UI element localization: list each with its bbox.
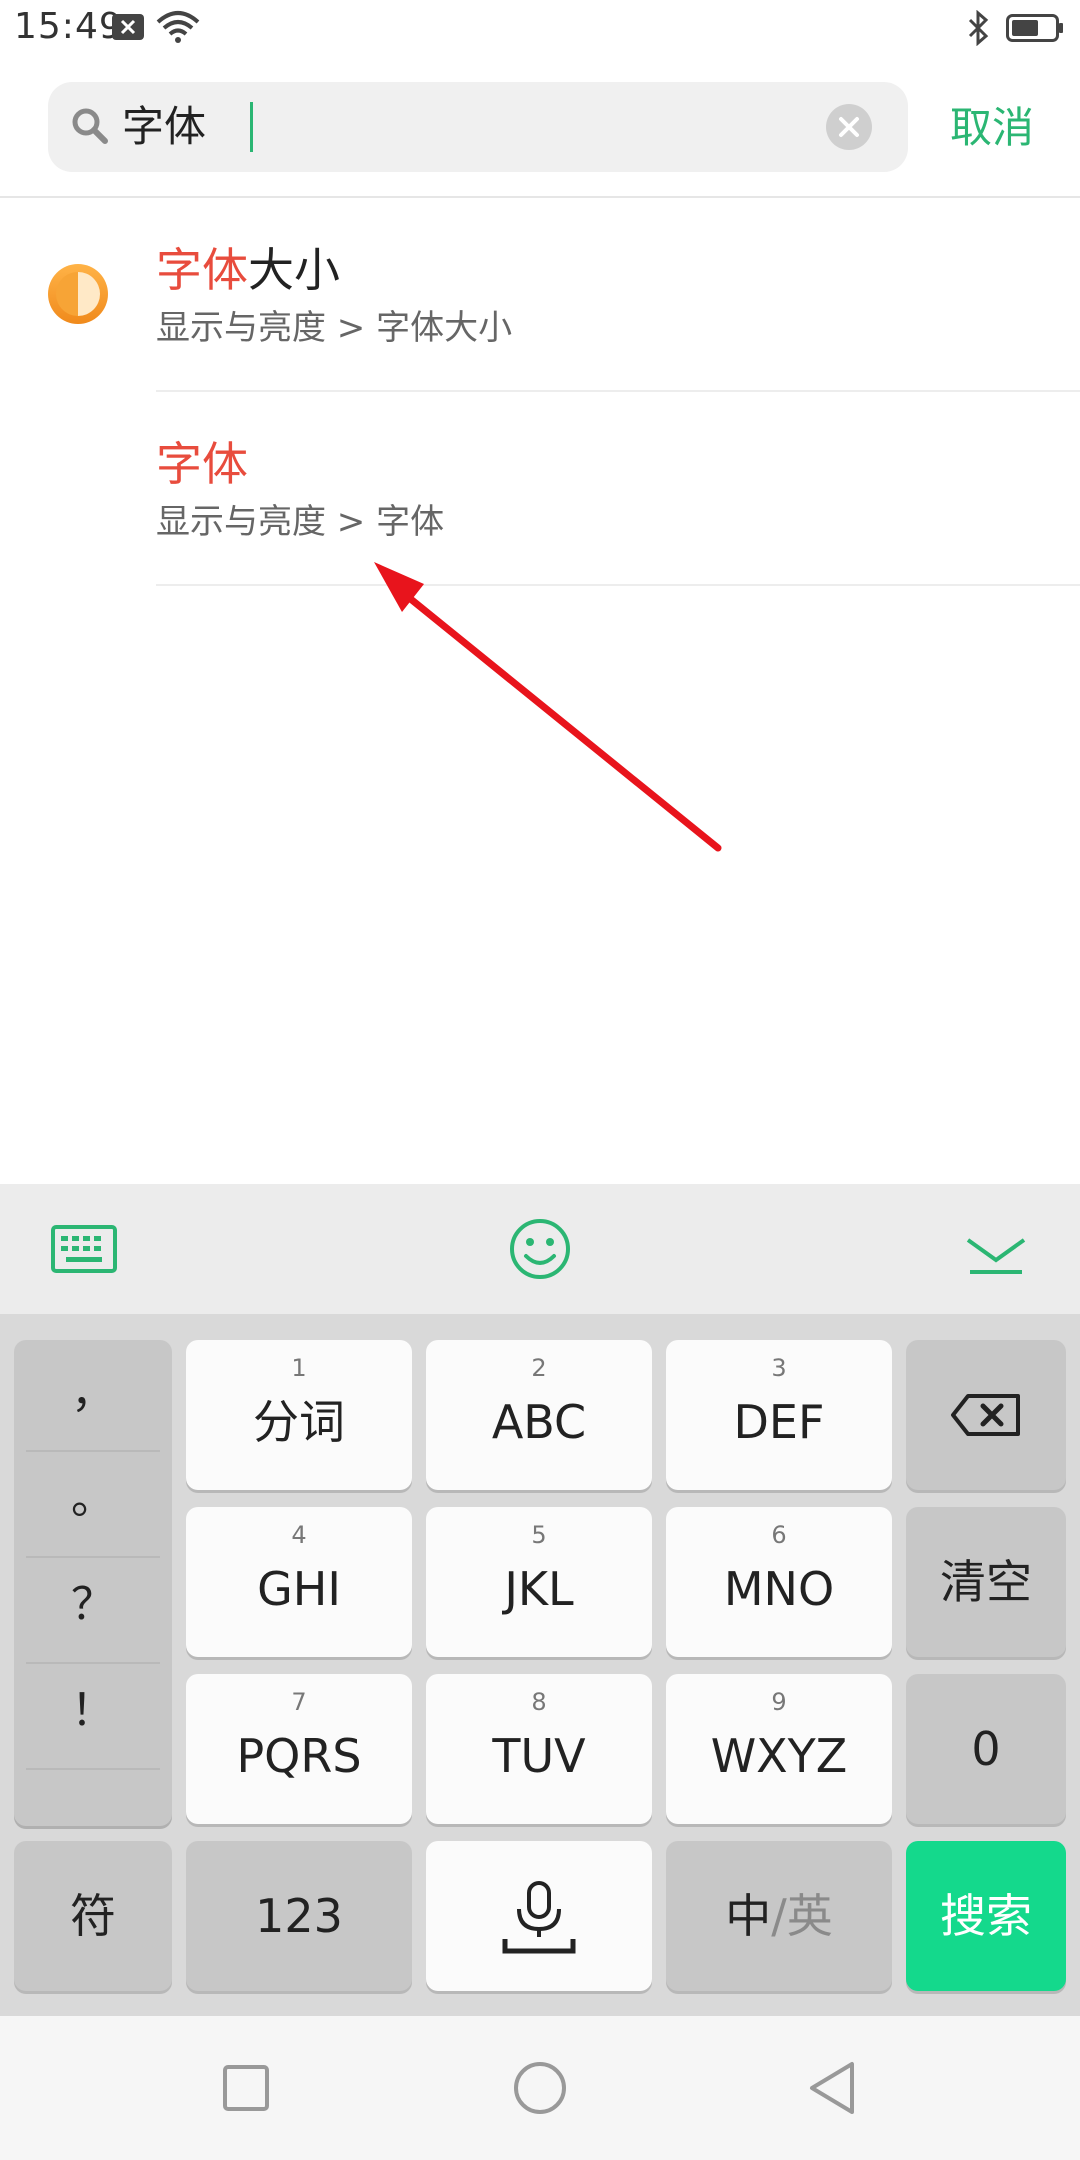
keyboard-keys: ， 。 ？ ！ 1 分词 2 ABC 3 DEF 4 GHI 5 JKL 6 M…: [0, 1314, 1080, 2016]
result-title-rest: 大小: [248, 243, 340, 297]
key-number: 2: [531, 1354, 547, 1382]
back-icon[interactable]: [802, 2056, 866, 2120]
result-title: 字体大小: [156, 240, 340, 300]
key-number: 7: [291, 1688, 307, 1716]
key-7[interactable]: 7 PQRS: [186, 1674, 412, 1824]
search-icon: [72, 108, 108, 144]
annotation-arrow: [374, 562, 722, 852]
key-label: JKL: [504, 1562, 574, 1616]
key-label: TUV: [492, 1729, 586, 1783]
search-result-font-size[interactable]: 字体大小 显示与亮度 > 字体大小: [156, 198, 1080, 392]
punct-divider: [26, 1768, 160, 1770]
key-label: WXYZ: [710, 1729, 848, 1783]
lang-en-label: 英: [786, 1889, 833, 1943]
punct-exclaim-key[interactable]: ！: [14, 1658, 172, 1764]
result-title-highlight: 字体: [156, 437, 248, 491]
close-icon: [839, 117, 859, 137]
key-label: 123: [255, 1889, 343, 1943]
key-label: MNO: [723, 1562, 835, 1616]
key-number: 6: [771, 1521, 787, 1549]
key-6[interactable]: 6 MNO: [666, 1507, 892, 1657]
punct-question-key[interactable]: ？: [14, 1552, 172, 1658]
key-5[interactable]: 5 JKL: [426, 1507, 652, 1657]
language-switch-key[interactable]: 中/英: [666, 1841, 892, 1991]
key-label: GHI: [257, 1562, 341, 1616]
search-input[interactable]: [122, 98, 822, 156]
search-box[interactable]: [48, 82, 908, 172]
navigation-bar: [0, 2016, 1080, 2160]
brightness-icon: [48, 264, 108, 324]
notification-icon: [112, 14, 144, 40]
numeric-key[interactable]: 123: [186, 1841, 412, 1991]
status-time: 15:49: [14, 6, 123, 47]
emoji-icon[interactable]: [504, 1214, 576, 1284]
key-label: 分词: [253, 1395, 345, 1449]
voice-input-key[interactable]: [426, 1841, 652, 1991]
key-3[interactable]: 3 DEF: [666, 1340, 892, 1490]
clear-key[interactable]: 清空: [906, 1507, 1066, 1657]
backspace-key[interactable]: [906, 1340, 1066, 1490]
result-title: 字体: [156, 434, 248, 494]
key-4[interactable]: 4 GHI: [186, 1507, 412, 1657]
lang-zh-label: 中: [725, 1889, 772, 1943]
key-label: PQRS: [236, 1729, 362, 1783]
punct-period-key[interactable]: 。: [14, 1446, 172, 1552]
key-0[interactable]: 0: [906, 1674, 1066, 1824]
key-9[interactable]: 9 WXYZ: [666, 1674, 892, 1824]
recents-icon[interactable]: [214, 2056, 278, 2120]
home-icon[interactable]: [508, 2056, 572, 2120]
key-label: DEF: [733, 1395, 825, 1449]
keyboard-icon[interactable]: [48, 1214, 120, 1284]
collapse-keyboard-icon[interactable]: [960, 1214, 1032, 1284]
result-path: 显示与亮度 > 字体: [156, 502, 445, 542]
key-label: 搜索: [940, 1889, 1032, 1943]
key-label: 0: [971, 1722, 1001, 1776]
result-path: 显示与亮度 > 字体大小: [156, 308, 513, 348]
result-divider: [156, 584, 1080, 586]
punct-comma-key[interactable]: ，: [14, 1340, 172, 1446]
key-number: 4: [291, 1521, 307, 1549]
key-number: 3: [771, 1354, 787, 1382]
wifi-icon: [156, 11, 200, 43]
keyboard: ， 。 ？ ！ 1 分词 2 ABC 3 DEF 4 GHI 5 JKL 6 M…: [0, 1184, 1080, 2016]
status-bar: 15:49: [0, 0, 1080, 56]
search-key[interactable]: 搜索: [906, 1841, 1066, 1991]
key-number: 9: [771, 1688, 787, 1716]
bluetooth-icon: [968, 10, 989, 46]
key-label: 清空: [940, 1555, 1032, 1609]
key-label: 符: [70, 1889, 116, 1943]
screen: 15:49 取消: [0, 0, 1080, 2160]
cancel-button[interactable]: 取消: [950, 100, 1034, 156]
key-1[interactable]: 1 分词: [186, 1340, 412, 1490]
key-label: 中/英: [666, 1841, 892, 1991]
search-result-font[interactable]: 字体 显示与亮度 > 字体: [156, 392, 1080, 586]
key-number: 5: [531, 1521, 547, 1549]
key-number: 8: [531, 1688, 547, 1716]
keyboard-toolbar: [0, 1184, 1080, 1314]
key-8[interactable]: 8 TUV: [426, 1674, 652, 1824]
key-label: ABC: [491, 1395, 587, 1449]
backspace-icon: [951, 1394, 1020, 1436]
punctuation-column: ， 。 ？ ！: [14, 1340, 172, 1826]
text-caret: [250, 102, 253, 152]
clear-search-button[interactable]: [826, 104, 872, 150]
lang-separator: /: [771, 1889, 787, 1943]
result-title-highlight: 字体: [156, 243, 248, 297]
battery-icon: [1006, 14, 1063, 42]
symbol-key[interactable]: 符: [14, 1841, 172, 1991]
key-number: 1: [291, 1354, 307, 1382]
microphone-icon: [502, 1881, 576, 1954]
key-2[interactable]: 2 ABC: [426, 1340, 652, 1490]
